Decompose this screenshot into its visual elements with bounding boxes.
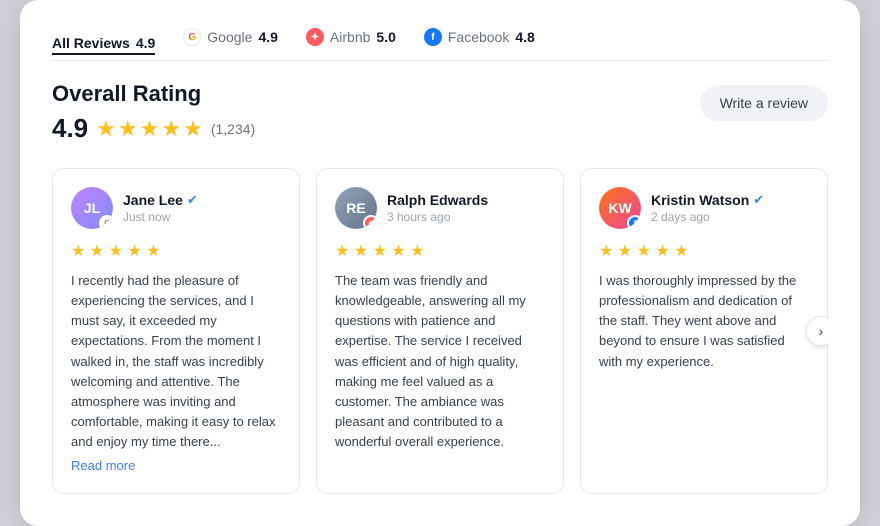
overall-section: Overall Rating 4.9 ★ ★ ★ ★ ★ (1,234): [52, 81, 255, 144]
card-header-kristin: KW f Kristin Watson ✔ 2 days ago: [599, 187, 809, 229]
review-card-kristin: KW f Kristin Watson ✔ 2 days ago ★ ★ ★: [580, 168, 828, 494]
tabs-bar: All Reviews 4.9 G Google 4.9 ✦ Airbnb 5.…: [52, 28, 828, 61]
airbnb-icon: ✦: [306, 28, 324, 46]
user-name-row-kristin: Kristin Watson ✔: [651, 192, 809, 208]
tab-google-rating: 4.9: [258, 29, 277, 45]
time-ago-kristin: 2 days ago: [651, 210, 809, 224]
chevron-right-icon: ›: [819, 323, 824, 339]
star-3: ★: [140, 116, 160, 142]
star-4: ★: [161, 116, 181, 142]
card-stars-kristin: ★ ★ ★ ★ ★: [599, 241, 809, 261]
card-star: ★: [618, 243, 632, 260]
overall-label: Overall Rating: [52, 81, 255, 107]
card-star: ★: [146, 243, 160, 260]
avatar-jane: JL G: [71, 187, 113, 229]
review-cards: JL G Jane Lee ✔ Just now ★: [52, 168, 828, 494]
review-text-ralph: The team was friendly and knowledgeable,…: [335, 271, 545, 452]
review-text-jane: I recently had the pleasure of experienc…: [71, 271, 281, 452]
write-review-button[interactable]: Write a review: [700, 85, 828, 121]
verified-icon-kristin: ✔: [753, 192, 764, 208]
card-star: ★: [599, 243, 613, 260]
tab-facebook[interactable]: f Facebook 4.8: [424, 28, 535, 46]
user-info-ralph: Ralph Edwards 3 hours ago: [387, 192, 545, 224]
header-row: Overall Rating 4.9 ★ ★ ★ ★ ★ (1,234) Wri…: [52, 81, 828, 144]
tab-all-reviews[interactable]: All Reviews 4.9: [52, 35, 155, 55]
google-icon: G: [183, 28, 201, 46]
star-5: ★: [183, 116, 203, 142]
card-star: ★: [373, 243, 387, 260]
card-header-ralph: RE ✦ Ralph Edwards 3 hours ago: [335, 187, 545, 229]
review-card-ralph: RE ✦ Ralph Edwards 3 hours ago ★ ★ ★ ★: [316, 168, 564, 494]
card-star: ★: [655, 243, 669, 260]
overall-stars: ★ ★ ★ ★ ★: [96, 116, 203, 142]
tab-google-label: Google: [207, 29, 252, 45]
time-ago-jane: Just now: [123, 210, 281, 224]
source-badge-ralph: ✦: [363, 215, 377, 229]
card-star: ★: [410, 243, 424, 260]
tab-airbnb[interactable]: ✦ Airbnb 5.0: [306, 28, 396, 46]
card-star: ★: [109, 243, 123, 260]
star-1: ★: [96, 116, 116, 142]
source-badge-kristin: f: [627, 215, 641, 229]
read-more-jane[interactable]: Read more: [71, 458, 135, 473]
card-star: ★: [71, 243, 85, 260]
review-card-jane: JL G Jane Lee ✔ Just now ★: [52, 168, 300, 494]
tab-google[interactable]: G Google 4.9: [183, 28, 278, 46]
user-info-kristin: Kristin Watson ✔ 2 days ago: [651, 192, 809, 224]
reviews-widget: All Reviews 4.9 G Google 4.9 ✦ Airbnb 5.…: [20, 0, 860, 526]
card-star: ★: [391, 243, 405, 260]
cards-wrapper: JL G Jane Lee ✔ Just now ★: [52, 168, 828, 494]
card-stars-ralph: ★ ★ ★ ★ ★: [335, 241, 545, 261]
card-stars-jane: ★ ★ ★ ★ ★: [71, 241, 281, 261]
avatar-kristin: KW f: [599, 187, 641, 229]
card-star: ★: [637, 243, 651, 260]
card-star: ★: [335, 243, 349, 260]
source-badge-jane: G: [99, 215, 113, 229]
star-2: ★: [118, 116, 138, 142]
user-name-ralph: Ralph Edwards: [387, 192, 488, 208]
tab-facebook-label: Facebook: [448, 29, 509, 45]
user-name-row-jane: Jane Lee ✔: [123, 192, 281, 208]
tab-all-label: All Reviews: [52, 35, 130, 51]
user-name-kristin: Kristin Watson: [651, 192, 749, 208]
card-star: ★: [90, 243, 104, 260]
card-star: ★: [127, 243, 141, 260]
card-star: ★: [674, 243, 688, 260]
next-arrow-button[interactable]: ›: [806, 316, 828, 346]
tab-airbnb-rating: 5.0: [376, 29, 395, 45]
tab-all-rating: 4.9: [136, 35, 155, 51]
rating-row: 4.9 ★ ★ ★ ★ ★ (1,234): [52, 113, 255, 144]
tab-facebook-rating: 4.8: [515, 29, 534, 45]
review-text-kristin: I was thoroughly impressed by the profes…: [599, 271, 809, 372]
tab-airbnb-label: Airbnb: [330, 29, 370, 45]
user-name-jane: Jane Lee: [123, 192, 183, 208]
avatar-ralph: RE ✦: [335, 187, 377, 229]
user-info-jane: Jane Lee ✔ Just now: [123, 192, 281, 224]
card-header-jane: JL G Jane Lee ✔ Just now: [71, 187, 281, 229]
facebook-icon: f: [424, 28, 442, 46]
review-count: (1,234): [211, 121, 255, 137]
user-name-row-ralph: Ralph Edwards: [387, 192, 545, 208]
overall-rating: 4.9: [52, 113, 88, 144]
card-star: ★: [354, 243, 368, 260]
verified-icon-jane: ✔: [187, 192, 198, 208]
time-ago-ralph: 3 hours ago: [387, 210, 545, 224]
